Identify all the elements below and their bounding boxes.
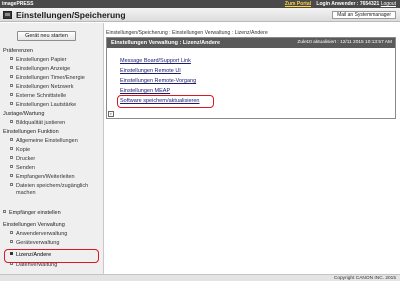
sidebar-item-device-management[interactable]: Geräteverwaltung	[10, 240, 59, 246]
sidebar-item-label: Geräteverwaltung	[16, 240, 60, 246]
bullet-icon	[10, 165, 13, 169]
top-bar: imagePRESS Zum Portal Login Anwender : 7…	[0, 0, 400, 8]
sidebar-section-preferences[interactable]: Präferenzen	[3, 48, 33, 54]
sidebar-item-label: Externe Schnittstelle	[16, 93, 67, 99]
copyright: Copyright CANON INC. 2015	[333, 275, 396, 281]
highlight-annotation-link	[117, 95, 214, 108]
sidebar-section-adjustment[interactable]: Justage/Wartung	[3, 111, 44, 117]
sidebar-item-store-access-files[interactable]: Dateien speichern/zugänglich	[10, 183, 88, 189]
sidebar-item-timer-energy[interactable]: Einstellungen Timer/Energie	[10, 75, 85, 81]
sidebar-section-label: Empfänger einstellen	[9, 210, 61, 216]
panel-title: Einstellungen Verwaltung : Lizenz/Andere	[111, 40, 221, 46]
title-bar: Einstellungen/Speicherung Mail an System…	[0, 8, 400, 22]
bullet-icon	[10, 66, 13, 70]
bullet-icon	[10, 183, 13, 187]
page-icon[interactable]: ▪	[108, 111, 114, 117]
bullet-icon	[10, 84, 13, 88]
footer: Copyright CANON INC. 2015	[0, 274, 400, 281]
portal-link[interactable]: Zum Portal	[285, 1, 311, 7]
sidebar-item-label: Dateien speichern/zugänglich	[16, 183, 89, 189]
restart-device-button[interactable]: Gerät neu starten	[17, 31, 76, 41]
sidebar-item-label: Einstellungen Lautstärke	[16, 102, 77, 108]
sidebar-item-label: Drucker	[16, 156, 36, 162]
mail-to-manager-button[interactable]: Mail an Systemmanager	[332, 11, 396, 19]
bullet-icon	[10, 231, 13, 235]
sidebar-section-recipient[interactable]: Empfänger einstellen	[3, 210, 61, 216]
panel-header: Einstellungen Verwaltung : Lizenz/Andere…	[107, 38, 395, 48]
sidebar-item-label: Einstellungen Papier	[16, 57, 67, 63]
sidebar-item-printer[interactable]: Drucker	[10, 156, 35, 162]
bullet-icon	[10, 147, 13, 151]
bullet-icon	[10, 174, 13, 178]
message-board-link[interactable]: Message Board/Support Link	[120, 58, 191, 64]
sidebar-section-management[interactable]: Einstellungen Verwaltung	[3, 222, 65, 228]
brand-logo: imagePRESS	[2, 1, 34, 7]
sidebar-item-send[interactable]: Senden	[10, 165, 35, 171]
sidebar-item-general[interactable]: Allgemeine Einstellungen	[10, 138, 78, 144]
sidebar-item-label: Allgemeine Einstellungen	[16, 138, 78, 144]
sidebar-item-paper[interactable]: Einstellungen Papier	[10, 57, 66, 63]
logout-link[interactable]: Logout	[381, 1, 396, 7]
sidebar-item-volume[interactable]: Einstellungen Lautstärke	[10, 102, 76, 108]
bullet-icon	[10, 138, 13, 142]
sidebar-item-label: Einstellungen Anzeige	[16, 66, 71, 72]
bullet-icon	[10, 57, 13, 61]
breadcrumb: Einstellungen/Speicherung : Einstellunge…	[106, 30, 268, 36]
highlight-annotation-sidebar	[4, 249, 99, 263]
sidebar-item-label: Kopie	[16, 147, 31, 153]
bullet-icon	[10, 102, 13, 106]
bullet-icon	[10, 75, 13, 79]
sidebar-item-receive-forward[interactable]: Empfangen/Weiterleiten	[10, 174, 75, 180]
sidebar-item-external-interface[interactable]: Externe Schnittstelle	[10, 93, 66, 99]
bullet-icon	[10, 93, 13, 97]
sidebar-item-label: Anwenderverwaltung	[16, 231, 68, 237]
sidebar-item-label: Einstellungen Netzwerk	[16, 84, 74, 90]
remote-operation-link[interactable]: Einstellungen Remote-Vorgang	[120, 78, 196, 84]
sidebar-item-label: Empfangen/Weiterleiten	[16, 174, 75, 180]
page-title: Einstellungen/Speicherung	[16, 10, 126, 20]
sidebar-section-function[interactable]: Einstellungen Funktion	[3, 129, 59, 135]
bullet-icon	[10, 240, 13, 244]
last-updated-label: Zuletzt aktualisiert : 12/11 2015 10:13:…	[297, 40, 392, 45]
bullet-icon	[10, 120, 13, 124]
sidebar-item-network[interactable]: Einstellungen Netzwerk	[10, 84, 73, 90]
sidebar: Gerät neu starten Präferenzen Einstellun…	[0, 23, 104, 274]
sidebar-item-label: Einstellungen Timer/Energie	[16, 75, 85, 81]
remote-ui-link[interactable]: Einstellungen Remote UI	[120, 68, 181, 74]
printer-icon	[3, 11, 12, 19]
sidebar-item-user-management[interactable]: Anwenderverwaltung	[10, 231, 67, 237]
sidebar-item-label: Bildqualität justieren	[16, 120, 66, 126]
login-user-label: Login Anwender : 7654321	[316, 1, 380, 7]
sidebar-item-copy[interactable]: Kopie	[10, 147, 30, 153]
sidebar-item-label-continued: machen	[16, 190, 36, 196]
meap-link[interactable]: Einstellungen MEAP	[120, 88, 170, 94]
bullet-icon	[3, 210, 6, 214]
settings-panel: Einstellungen Verwaltung : Lizenz/Andere…	[106, 37, 396, 119]
top-bar-links: Zum Portal Login Anwender : 7654321 Logo…	[285, 1, 396, 7]
sidebar-item-label: Senden	[16, 165, 35, 171]
sidebar-item-display[interactable]: Einstellungen Anzeige	[10, 66, 70, 72]
sidebar-item-image-quality[interactable]: Bildqualität justieren	[10, 120, 65, 126]
bullet-icon	[10, 156, 13, 160]
